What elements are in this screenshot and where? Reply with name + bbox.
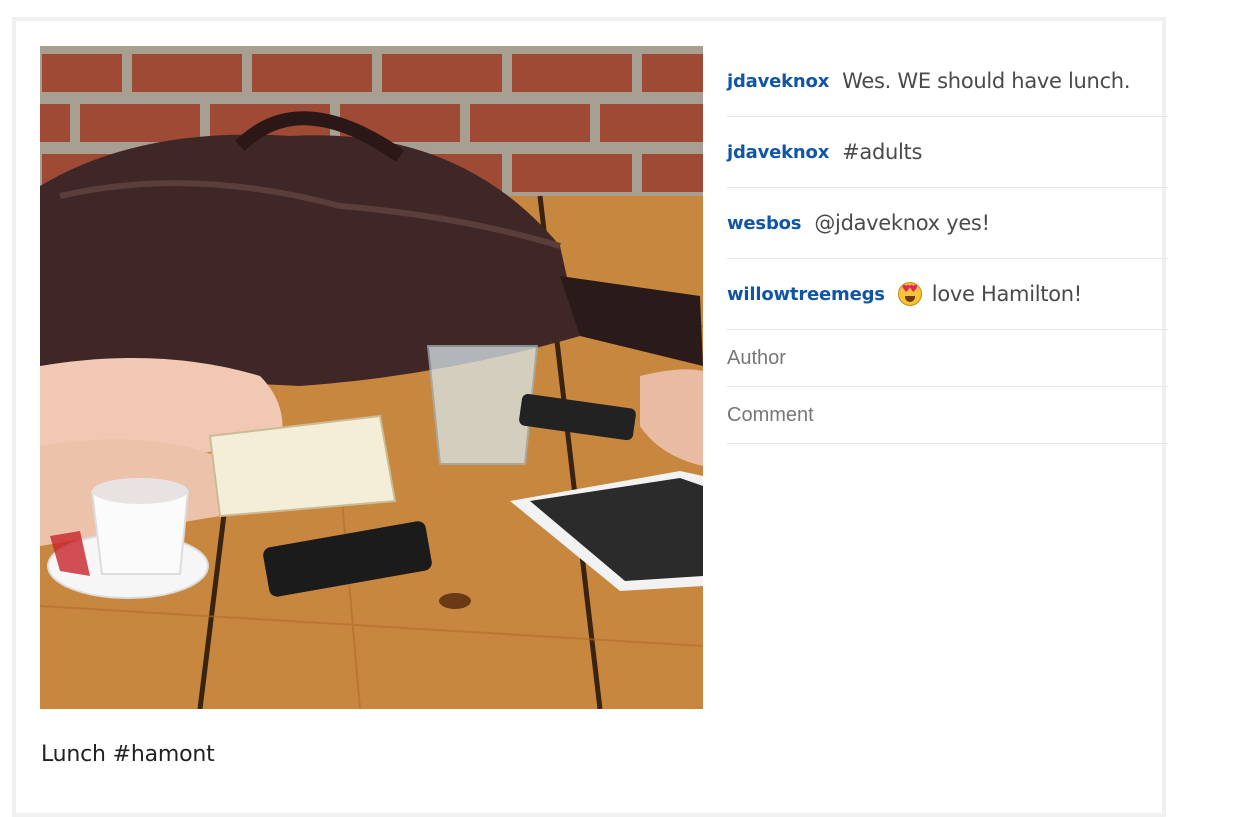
photo-illustration xyxy=(40,46,703,709)
comment-item: wesbos @jdaveknox yes! xyxy=(727,188,1168,259)
comment-author-link[interactable]: jdaveknox xyxy=(727,142,829,163)
comment-item: jdaveknox #adults xyxy=(727,117,1168,188)
comment-list: jdaveknox Wes. WE should have lunch. jda… xyxy=(727,46,1168,444)
comment-text: #adults xyxy=(842,140,923,164)
comment-text: @jdaveknox yes! xyxy=(814,211,990,235)
author-input[interactable] xyxy=(727,330,1168,386)
post-caption: Lunch #hamont xyxy=(41,742,215,767)
comment-text: love Hamilton! xyxy=(931,282,1082,306)
post-photo[interactable] xyxy=(40,46,703,709)
comment-field xyxy=(727,387,1168,444)
comment-author-link[interactable]: willowtreemegs xyxy=(727,284,885,305)
comment-author-link[interactable]: jdaveknox xyxy=(727,71,829,92)
author-field xyxy=(727,330,1168,387)
comment-text: Wes. WE should have lunch. xyxy=(842,69,1131,93)
heart-eyes-emoji-icon xyxy=(897,282,922,306)
comment-item: jdaveknox Wes. WE should have lunch. xyxy=(727,46,1168,117)
comment-input[interactable] xyxy=(727,387,1168,443)
comment-author-link[interactable]: wesbos xyxy=(727,213,802,234)
comment-item: willowtreemegs love Hamilton! xyxy=(727,259,1168,330)
